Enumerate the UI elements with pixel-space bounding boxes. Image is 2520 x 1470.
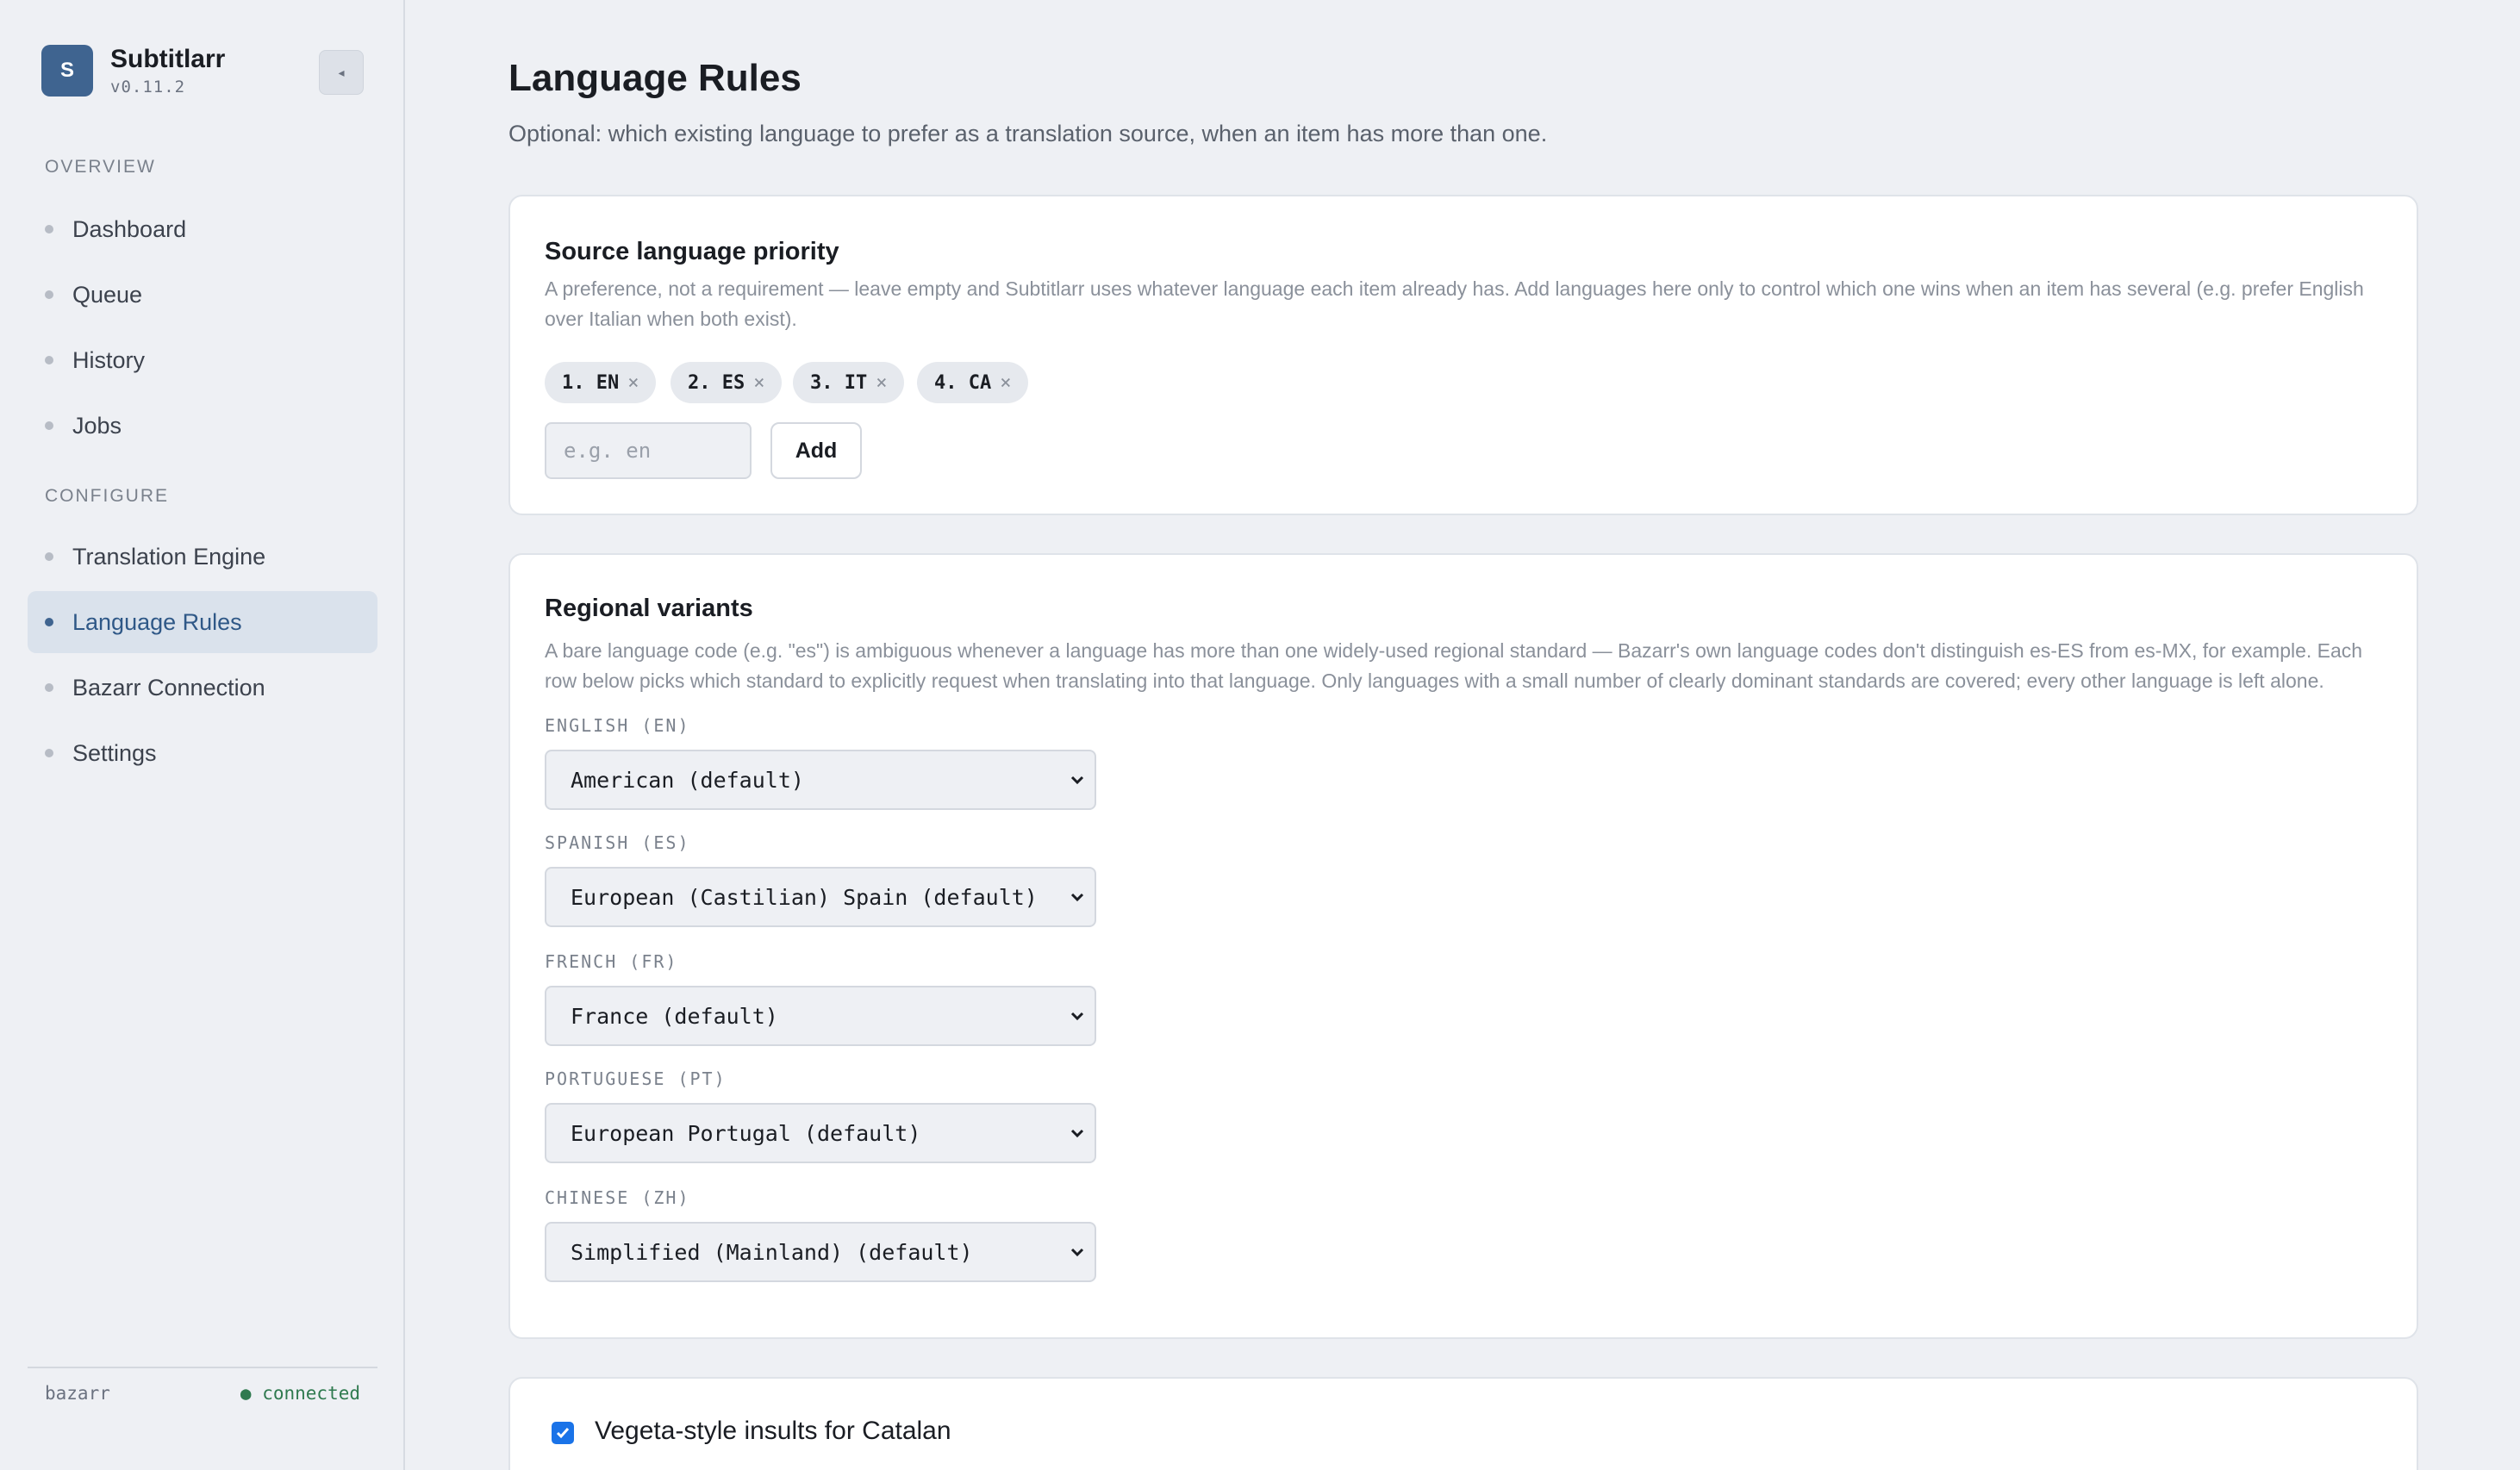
sidebar-item-label: Settings [72, 739, 157, 766]
chip-label: 1. EN [562, 371, 620, 394]
chevron-down-icon [1070, 893, 1084, 902]
remove-icon[interactable]: × [1000, 372, 1011, 394]
chip-label: 3. IT [810, 371, 868, 394]
bullet-icon [45, 356, 53, 364]
sidebar-item-label: Jobs [72, 412, 122, 439]
variant-select-es[interactable]: European (Castilian) Spain (default) [545, 867, 1096, 927]
language-chip: 1. EN × [545, 362, 657, 403]
remove-icon[interactable]: × [753, 372, 764, 394]
sidebar-item-label: Translation Engine [72, 543, 266, 570]
chevron-down-icon [1070, 775, 1084, 785]
variant-label-zh: CHINESE (ZH) [545, 1187, 690, 1208]
bullet-icon [45, 225, 53, 234]
app-logo: S [41, 45, 93, 97]
app-version: v0.11.2 [110, 78, 186, 97]
brand: S Subtitlarr v0.11.2 [41, 45, 225, 97]
insults-label: Vegeta-style insults for Catalan [595, 1417, 951, 1445]
collapse-sidebar-button[interactable]: ◂ [319, 50, 364, 95]
language-chip: 2. ES × [671, 362, 783, 403]
select-value: France (default) [571, 1003, 778, 1029]
remove-icon[interactable]: × [876, 372, 887, 394]
card-title: Source language priority [545, 238, 839, 265]
checkmark-icon [556, 1428, 570, 1439]
add-language-button[interactable]: Add [770, 422, 862, 479]
sidebar-item-translation-engine[interactable]: Translation Engine [28, 526, 377, 588]
sidebar-item-label: History [72, 346, 146, 373]
sidebar-item-dashboard[interactable]: Dashboard [28, 198, 377, 260]
caret-left-icon: ◂ [338, 65, 345, 79]
variant-label-es: SPANISH (ES) [545, 832, 690, 853]
sidebar-item-bazarr-connection[interactable]: Bazarr Connection [28, 657, 377, 719]
sidebar-item-label: Queue [72, 281, 143, 308]
chevron-down-icon [1070, 1129, 1084, 1138]
sidebar-item-label: Language Rules [72, 608, 242, 635]
language-chip: 4. CA × [917, 362, 1029, 403]
select-value: European Portugal (default) [571, 1120, 921, 1146]
sidebar-item-history[interactable]: History [28, 329, 377, 391]
connection-status: ● connected [240, 1383, 360, 1404]
section-label-overview: OVERVIEW [45, 157, 156, 177]
variant-select-zh[interactable]: Simplified (Mainland) (default) [545, 1222, 1096, 1282]
connection-footer: bazarr ● connected [28, 1367, 377, 1418]
sidebar-item-queue[interactable]: Queue [28, 264, 377, 326]
variant-select-en[interactable]: American (default) [545, 750, 1096, 810]
variant-select-pt[interactable]: European Portugal (default) [545, 1103, 1096, 1163]
section-label-configure: CONFIGURE [45, 486, 169, 506]
chevron-down-icon [1070, 1012, 1084, 1021]
select-value: American (default) [571, 767, 804, 793]
variant-label-fr: FRENCH (FR) [545, 951, 678, 972]
sidebar-item-settings[interactable]: Settings [28, 722, 377, 784]
language-chip: 3. IT × [793, 362, 905, 403]
regional-variants-card: Regional variants A bare language code (… [508, 553, 2418, 1339]
source-priority-card: Source language priority A preference, n… [508, 195, 2418, 515]
variant-select-fr[interactable]: France (default) [545, 986, 1096, 1046]
sidebar-item-language-rules[interactable]: Language Rules [28, 591, 377, 653]
bullet-icon [45, 618, 53, 626]
remove-icon[interactable]: × [627, 372, 639, 394]
sidebar: S Subtitlarr v0.11.2 ◂ OVERVIEW Dashboar… [0, 0, 405, 1470]
bullet-icon [45, 421, 53, 430]
variant-label-en: ENGLISH (EN) [545, 715, 690, 736]
page-subtitle: Optional: which existing language to pre… [508, 121, 1548, 146]
select-value: Simplified (Mainland) (default) [571, 1239, 973, 1265]
sidebar-item-jobs[interactable]: Jobs [28, 395, 377, 457]
bullet-icon [45, 749, 53, 757]
language-code-input[interactable] [545, 422, 752, 479]
card-description: A preference, not a requirement — leave … [545, 277, 2364, 330]
variant-label-pt: PORTUGUESE (PT) [545, 1068, 727, 1089]
insults-card: Vegeta-style insults for Catalan [508, 1377, 2418, 1470]
select-value: European (Castilian) Spain (default) [571, 884, 1038, 910]
sidebar-item-label: Bazarr Connection [72, 674, 265, 701]
chip-label: 4. CA [934, 371, 992, 394]
app-name: Subtitlarr [110, 45, 226, 73]
bullet-icon [45, 683, 53, 692]
card-title: Regional variants [545, 595, 753, 622]
chevron-down-icon [1070, 1248, 1084, 1257]
sidebar-item-label: Dashboard [72, 215, 187, 242]
chip-label: 2. ES [688, 371, 745, 394]
bullet-icon [45, 290, 53, 299]
connection-name: bazarr [45, 1383, 110, 1404]
page-title: Language Rules [508, 57, 802, 99]
insults-checkbox[interactable] [552, 1422, 574, 1444]
bullet-icon [45, 552, 53, 561]
card-description: A bare language code (e.g. "es") is ambi… [545, 639, 2363, 692]
